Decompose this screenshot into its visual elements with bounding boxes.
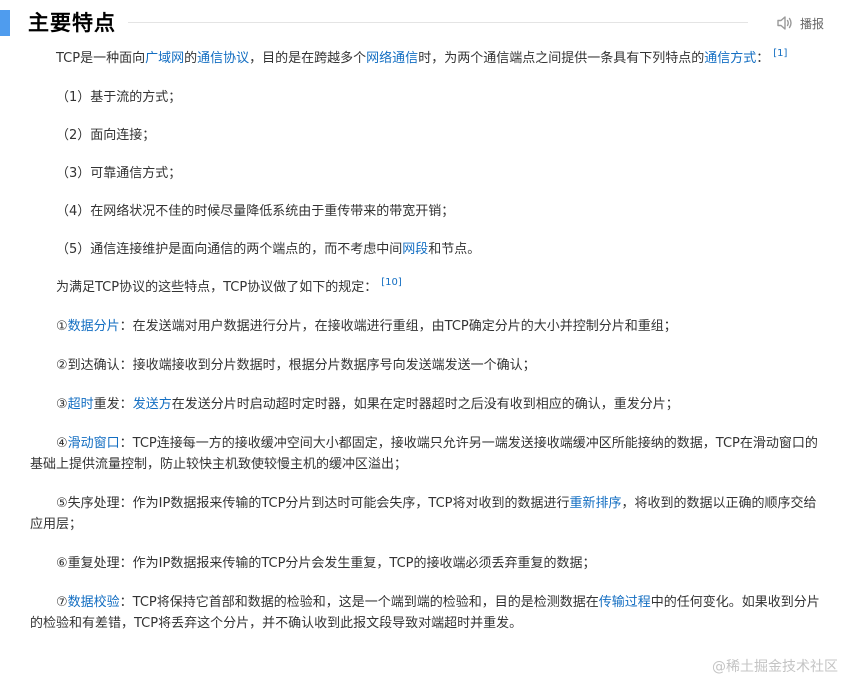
text-segment: （4）在网络状况不佳的时候尽量降低系统由于重传带来的带宽开销；: [56, 204, 455, 219]
text-segment: 在发送分片时启动超时定时器，如果在定时器超时之后没有收到相应的确认，重发分片；: [171, 397, 679, 412]
paragraph: （2）面向连接；: [30, 125, 822, 146]
text-segment: ：TCP连接每一方的接收缓冲空间大小都固定，接收端只允许另一端发送接收端缓冲区所…: [30, 436, 818, 472]
inline-link[interactable]: 通信方式: [704, 51, 756, 66]
citation-ref[interactable]: [10]: [381, 277, 402, 288]
paragraph: ⑤失序处理：作为IP数据报来传输的TCP分片到达时可能会失序，TCP将对收到的数…: [30, 493, 822, 535]
paragraph: （1）基于流的方式；: [30, 87, 822, 108]
paragraph: （3）可靠通信方式；: [30, 163, 822, 184]
paragraph: 为满足TCP协议的这些特点，TCP协议做了如下的规定： [10]: [30, 277, 822, 298]
article-content: TCP是一种面向广域网的通信协议，目的是在跨越多个网络通信时，为两个通信端点之间…: [30, 48, 822, 652]
text-segment: ⑤失序处理：作为IP数据报来传输的TCP分片到达时可能会失序，TCP将对收到的数…: [56, 496, 570, 511]
text-segment: ：: [756, 51, 770, 66]
inline-link[interactable]: 发送方: [133, 397, 172, 412]
paragraph: ③超时重发：发送方在发送分片时启动超时定时器，如果在定时器超时之后没有收到相应的…: [30, 394, 822, 415]
section-title: 主要特点: [28, 11, 116, 35]
paragraph: ⑦数据校验：TCP将保持它首部和数据的检验和，这是一个端到端的检验和，目的是检测…: [30, 592, 822, 634]
text-segment: ③: [56, 397, 68, 412]
watermark: @稀土掘金技术社区: [712, 659, 838, 675]
paragraph: TCP是一种面向广域网的通信协议，目的是在跨越多个网络通信时，为两个通信端点之间…: [30, 48, 822, 69]
inline-link[interactable]: 数据校验: [68, 595, 120, 610]
paragraph: ⑥重复处理：作为IP数据报来传输的TCP分片会发生重复，TCP的接收端必须丢弃重…: [30, 553, 822, 574]
section-accent-bar: [0, 10, 10, 36]
section-header: 主要特点 播报: [0, 8, 846, 38]
text-segment: （5）通信连接维护是面向通信的两个端点的，而不考虑中间: [56, 242, 403, 257]
text-segment: ①: [56, 319, 68, 334]
inline-link[interactable]: 网段: [402, 242, 428, 257]
paragraph: ①数据分片：在发送端对用户数据进行分片，在接收端进行重组，由TCP确定分片的大小…: [30, 316, 822, 337]
audio-label: 播报: [799, 16, 824, 31]
header-divider: [128, 22, 748, 23]
text-segment: （3）可靠通信方式；: [56, 166, 182, 181]
text-segment: ：TCP将保持它首部和数据的检验和，这是一个端到端的检验和，目的是检测数据在: [119, 595, 599, 610]
inline-link[interactable]: 通信协议: [197, 51, 249, 66]
text-segment: ⑦: [56, 595, 68, 610]
text-segment: 和节点。: [428, 242, 481, 257]
text-segment: ，目的是在跨越多个: [249, 51, 367, 66]
text-segment: 时，为两个通信端点之间提供一条具有下列特点的: [418, 51, 705, 66]
inline-link[interactable]: 超时: [68, 397, 94, 412]
paragraph: （5）通信连接维护是面向通信的两个端点的，而不考虑中间网段和节点。: [30, 239, 822, 260]
text-segment: ④: [56, 436, 68, 451]
inline-link[interactable]: 广域网: [145, 51, 184, 66]
text-segment: （2）面向连接；: [56, 128, 156, 143]
text-segment: ：在发送端对用户数据进行分片，在接收端进行重组，由TCP确定分片的大小并控制分片…: [119, 319, 677, 334]
inline-link[interactable]: 数据分片: [68, 319, 120, 334]
inline-link[interactable]: 传输过程: [599, 595, 651, 610]
speaker-icon: [776, 14, 794, 32]
text-segment: （1）基于流的方式；: [56, 90, 182, 105]
text-segment: 的: [184, 51, 198, 66]
text-segment: 为满足TCP协议的这些特点，TCP协议做了如下的规定：: [56, 280, 378, 295]
audio-play-button[interactable]: 播报: [776, 12, 824, 34]
text-segment: TCP是一种面向: [56, 51, 146, 66]
paragraph: （4）在网络状况不佳的时候尽量降低系统由于重传带来的带宽开销；: [30, 201, 822, 222]
inline-link[interactable]: 滑动窗口: [68, 436, 120, 451]
inline-link[interactable]: 网络通信: [366, 51, 418, 66]
inline-link[interactable]: 重新排序: [570, 496, 622, 511]
text-segment: ⑥重复处理：作为IP数据报来传输的TCP分片会发生重复，TCP的接收端必须丢弃重…: [56, 556, 596, 571]
citation-ref[interactable]: [1]: [773, 48, 787, 59]
text-segment: 重发：: [93, 397, 133, 412]
paragraph: ④滑动窗口：TCP连接每一方的接收缓冲空间大小都固定，接收端只允许另一端发送接收…: [30, 433, 822, 475]
paragraph: ②到达确认：接收端接收到分片数据时，根据分片数据序号向发送端发送一个确认；: [30, 355, 822, 376]
text-segment: ②到达确认：接收端接收到分片数据时，根据分片数据序号向发送端发送一个确认；: [56, 358, 536, 373]
